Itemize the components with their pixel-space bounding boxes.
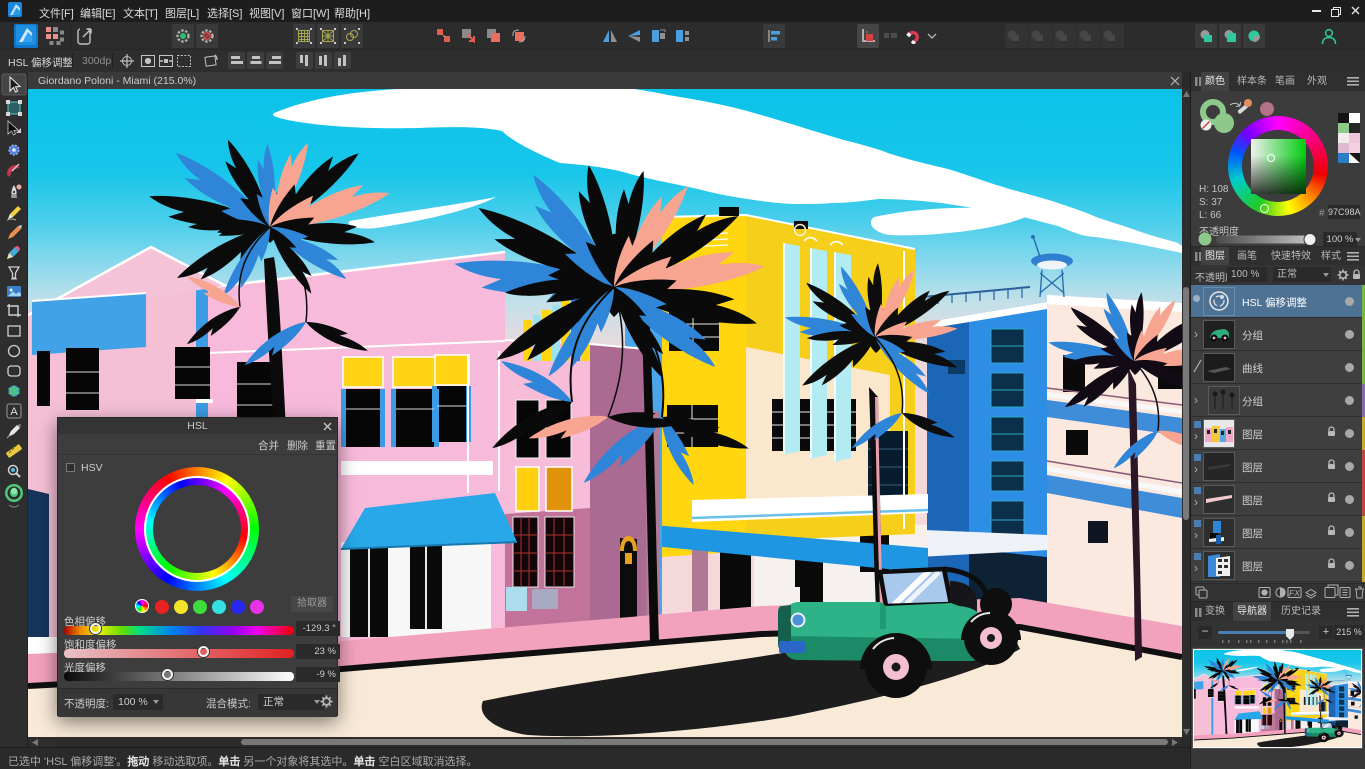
- svg-text:FX: FX: [1289, 588, 1300, 598]
- svg-text:A: A: [10, 406, 18, 418]
